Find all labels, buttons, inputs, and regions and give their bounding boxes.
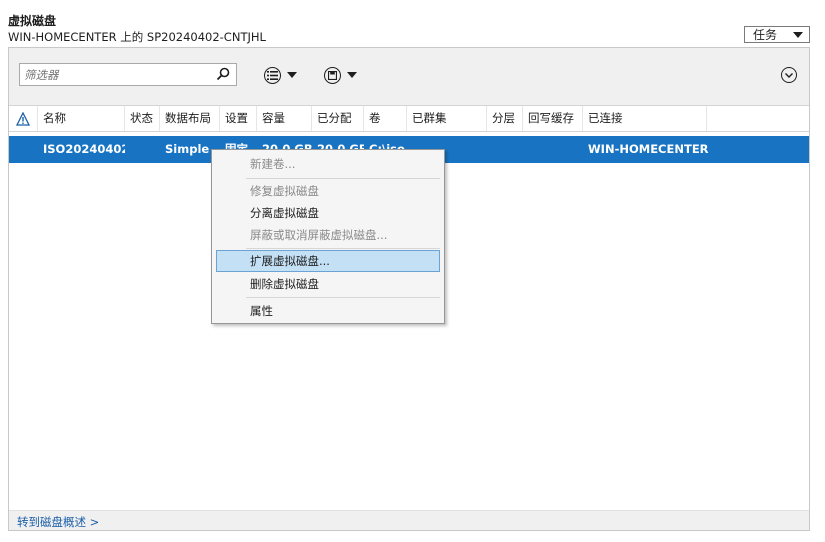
save-icon: [324, 66, 341, 84]
column-header-provisioning[interactable]: 设置: [220, 106, 257, 131]
cell-name: ISO20240402: [43, 142, 125, 156]
table-header: 名称 状态 数据布局 设置 容量 已分配 卷 已群集 分层 回写缓存 已连接: [9, 106, 809, 132]
warning-column-header[interactable]: [9, 106, 38, 131]
column-header-name[interactable]: 名称: [38, 106, 125, 131]
menu-item-properties[interactable]: 属性: [216, 300, 440, 322]
panel-footer: 转到磁盘概述 >: [9, 510, 809, 530]
list-view-icon: [264, 66, 281, 84]
menu-item-extend-virtual-disk[interactable]: 扩展虚拟磁盘...: [216, 250, 440, 272]
cell-status: [130, 136, 160, 163]
column-header-capacity[interactable]: 容量: [257, 106, 312, 131]
menu-separator: [246, 248, 440, 249]
toolbar: [9, 48, 809, 106]
menu-item-repair-virtual-disk[interactable]: 修复虚拟磁盘: [216, 180, 440, 202]
context-menu: 新建卷... 修复虚拟磁盘 分离虚拟磁盘 屏蔽或取消屏蔽虚拟磁盘... 扩展虚拟…: [211, 149, 445, 324]
tasks-dropdown-button[interactable]: 任务: [744, 26, 810, 43]
menu-item-delete-virtual-disk[interactable]: 删除虚拟磁盘: [216, 273, 440, 295]
chevron-down-icon: [793, 31, 803, 38]
go-to-disks-overview-link[interactable]: 转到磁盘概述 >: [17, 514, 99, 530]
chevron-down-icon: [287, 72, 297, 78]
page-title: 虚拟磁盘: [8, 14, 57, 28]
column-header-attached[interactable]: 已连接: [583, 106, 707, 131]
expand-icon: [781, 67, 797, 83]
column-header-status[interactable]: 状态: [125, 106, 160, 131]
page-subtitle: WIN-HOMECENTER 上的 SP20240402-CNTJHL: [8, 30, 266, 44]
menu-separator: [246, 297, 440, 298]
column-header-layout[interactable]: 数据布局: [160, 106, 220, 131]
menu-item-detach-virtual-disk[interactable]: 分离虚拟磁盘: [216, 202, 440, 224]
chevron-down-icon: [347, 72, 357, 78]
save-query-button[interactable]: [324, 66, 357, 84]
warning-icon: [15, 111, 31, 126]
column-header-allocated[interactable]: 已分配: [312, 106, 364, 131]
column-header-tiered[interactable]: 分层: [487, 106, 523, 131]
column-header-clustered[interactable]: 已群集: [407, 106, 487, 131]
menu-item-mask-virtual-disk[interactable]: 屏蔽或取消屏蔽虚拟磁盘...: [216, 224, 440, 246]
list-view-button[interactable]: [264, 66, 297, 84]
expand-button[interactable]: [781, 67, 797, 83]
menu-item-new-volume[interactable]: 新建卷...: [216, 153, 440, 175]
cell-attached: WIN-HOMECENTER: [588, 142, 709, 156]
cell-tiered: [492, 136, 523, 163]
search-icon[interactable]: [216, 67, 230, 81]
filter-input[interactable]: [20, 64, 210, 85]
column-header-volume[interactable]: 卷: [364, 106, 407, 131]
tasks-label: 任务: [753, 28, 778, 42]
menu-separator: [246, 178, 440, 179]
cell-writeback: [528, 136, 583, 163]
filter-box[interactable]: [19, 63, 237, 86]
column-header-writeback[interactable]: 回写缓存: [523, 106, 583, 131]
